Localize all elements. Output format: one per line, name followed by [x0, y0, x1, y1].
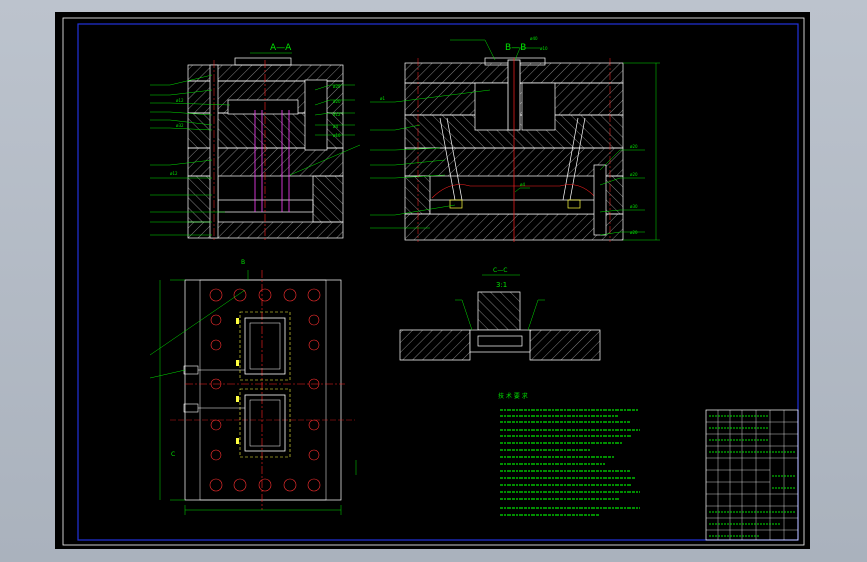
tech-notes-heading: 技 术 要 求 — [498, 392, 528, 400]
svg-text:ø20: ø20 — [333, 99, 341, 104]
section-marker-b: B — [241, 259, 245, 266]
svg-text:ø12: ø12 — [333, 112, 341, 117]
mold-assembly-drawing: A—A ø12ø32ø12 ø20ø20ø12 ø4ø10 B—B ø1ø40ø… — [55, 12, 810, 549]
svg-text:ø12: ø12 — [170, 171, 178, 176]
svg-text:ø32: ø32 — [176, 123, 184, 128]
cad-viewport[interactable]: A—A ø12 ø32 ø12 ø20 ø20 ø12 ø4 ø10 B—B ø… — [0, 0, 867, 562]
svg-text:ø40: ø40 — [530, 36, 538, 41]
section-bb-view: B—B ø1ø40ø10 ø20ø20ø30 ø20ø4 — [370, 36, 660, 242]
section-marker-c: C — [171, 451, 175, 458]
svg-text:ø12: ø12 — [176, 98, 184, 103]
section-aa-title: A—A — [270, 43, 292, 53]
svg-text:ø20: ø20 — [630, 230, 638, 235]
svg-text:ø20: ø20 — [333, 84, 341, 89]
svg-text:ø4: ø4 — [333, 124, 338, 129]
detail-cc-scale: 3:1 — [496, 281, 507, 289]
svg-text:ø10: ø10 — [540, 46, 548, 51]
svg-text:ø30: ø30 — [630, 204, 638, 209]
svg-text:ø4: ø4 — [520, 182, 525, 187]
svg-text:ø1: ø1 — [380, 96, 385, 101]
svg-text:ø20: ø20 — [630, 144, 638, 149]
svg-text:ø20: ø20 — [630, 172, 638, 177]
svg-text:ø10: ø10 — [333, 133, 341, 138]
detail-cc-title: C—C — [493, 267, 507, 274]
